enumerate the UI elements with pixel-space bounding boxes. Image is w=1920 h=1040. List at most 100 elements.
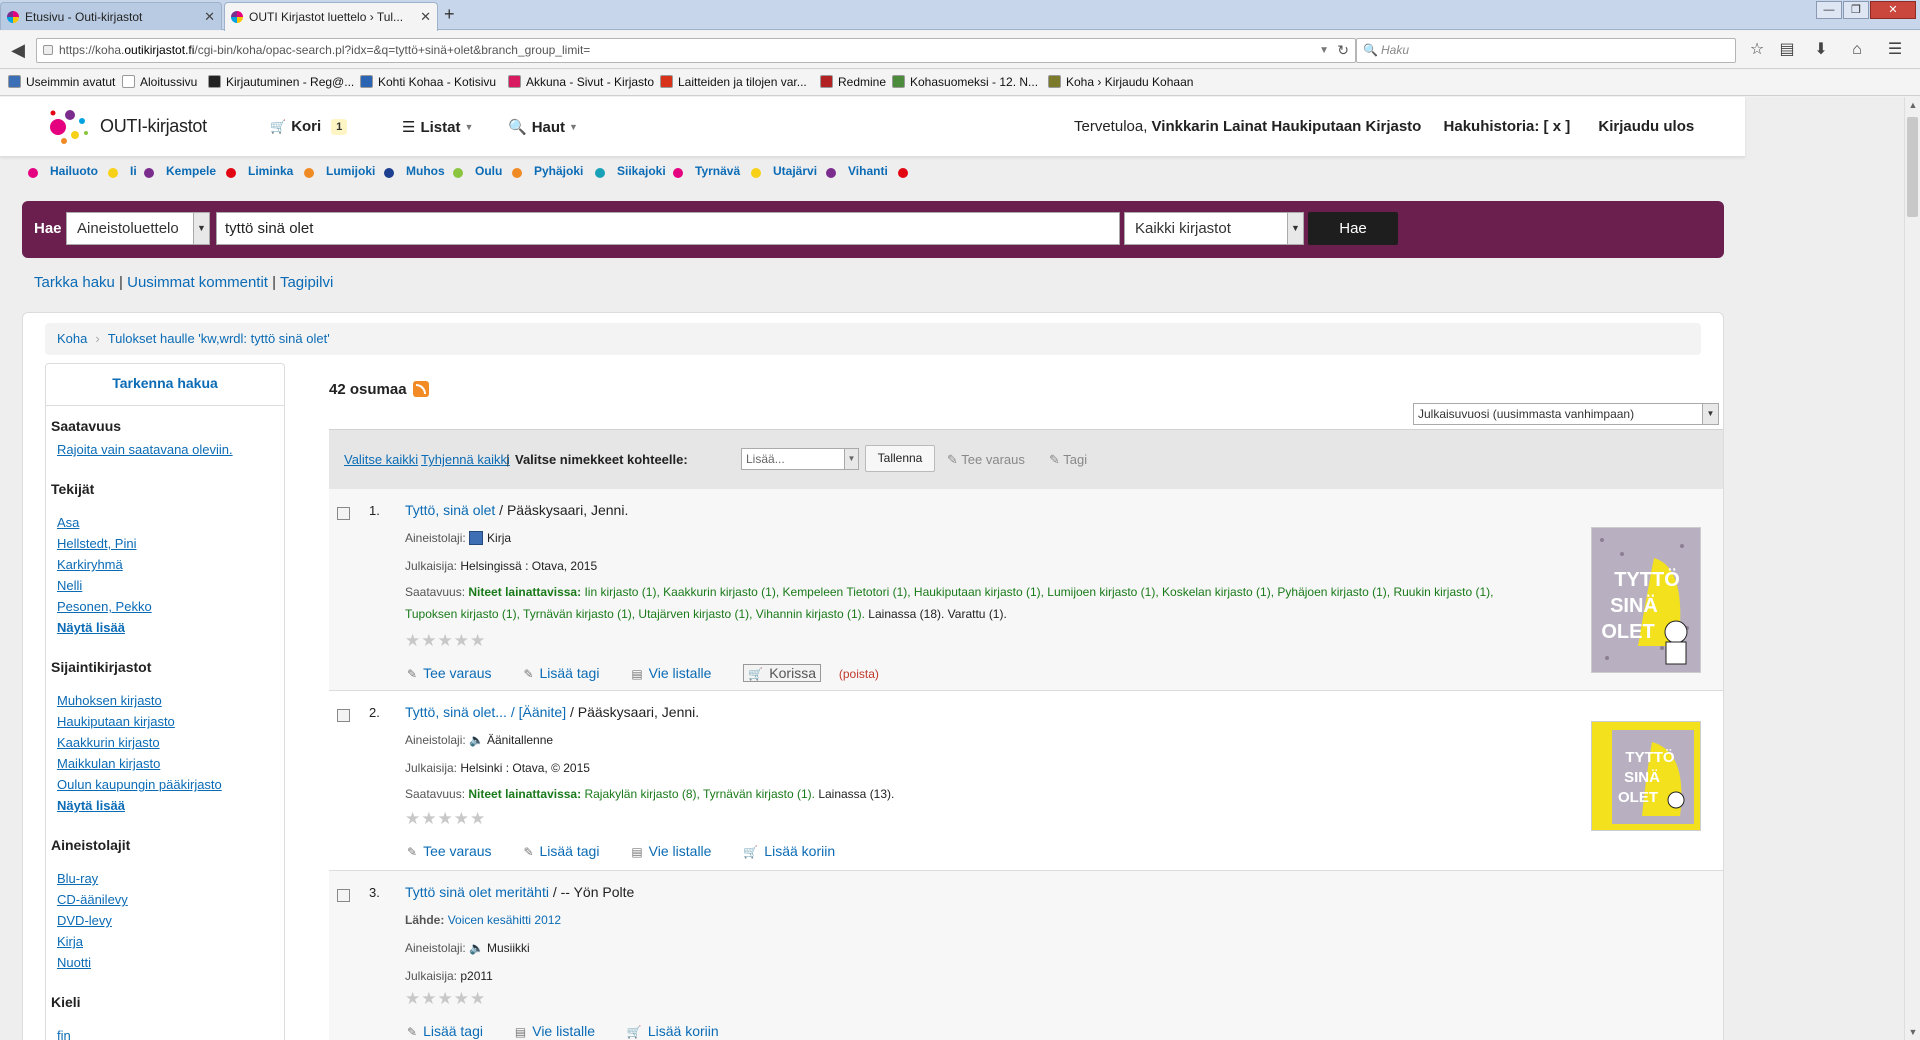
bookmark-item[interactable]: Aloitussivu <box>122 75 197 89</box>
branch-link[interactable]: Siikajoki <box>617 164 666 178</box>
scroll-up-icon[interactable]: ▲ <box>1905 97 1920 113</box>
facet-link[interactable]: Haukiputaan kirjasto <box>57 714 175 729</box>
refine-search-title[interactable]: Tarkenna hakua <box>46 364 284 406</box>
bookmark-item[interactable]: Kirjautuminen - Reg@... <box>208 75 354 89</box>
add-to-cart-link[interactable]: 🛒 Lisää koriin <box>627 1023 719 1039</box>
breadcrumb-home[interactable]: Koha <box>57 331 87 346</box>
facet-link[interactable]: Nelli <box>57 578 82 593</box>
record-title-link[interactable]: Tyttö sinä olet meritähti <box>405 884 549 900</box>
audiobook-cover-image[interactable]: TYTTÖ SINÄ OLET <box>1591 721 1701 831</box>
in-cart-indicator[interactable]: 🛒 Korissa <box>743 664 821 682</box>
outi-logo-icon[interactable] <box>44 105 94 149</box>
branch-link[interactable]: Pyhäjoki <box>534 164 583 178</box>
facet-link[interactable]: DVD-levy <box>57 913 112 928</box>
place-hold-link[interactable]: ✎ Tee varaus <box>407 665 492 681</box>
url-dropdown-icon[interactable]: ▼ <box>1319 39 1329 62</box>
record-checkbox[interactable] <box>337 889 350 902</box>
add-tag-link[interactable]: ✎ Lisää tagi <box>523 843 599 859</box>
facet-link[interactable]: fin <box>57 1028 71 1040</box>
tag-cloud-link[interactable]: Tagipilvi <box>280 274 333 291</box>
facet-link[interactable]: Asa <box>57 515 79 530</box>
facet-link[interactable]: Oulun kaupungin pääkirjasto <box>57 777 222 792</box>
branch-link[interactable]: Lumijoki <box>326 164 375 178</box>
search-history-link[interactable]: Hakuhistoria: [ x ] <box>1444 118 1571 135</box>
back-arrow-icon[interactable]: ◀ <box>6 38 30 62</box>
facet-link[interactable]: Blu-ray <box>57 871 98 886</box>
add-to-list-link[interactable]: ▤ Vie listalle <box>631 843 711 859</box>
clear-all-link[interactable]: Tyhjennä kaikki <box>421 452 510 467</box>
page-scrollbar[interactable]: ▲ ▼ <box>1904 97 1920 1040</box>
reload-icon[interactable]: ↻ <box>1337 39 1349 62</box>
close-tab-icon[interactable]: ✕ <box>420 3 431 31</box>
search-scope-select[interactable]: Aineistoluettelo ▼ <box>66 212 210 245</box>
new-tab-button[interactable]: + <box>444 4 455 25</box>
downloads-icon[interactable]: ⬇ <box>1810 39 1832 61</box>
branch-link[interactable]: Utajärvi <box>773 164 817 178</box>
add-tag-link[interactable]: ✎ Lisää tagi <box>523 665 599 681</box>
rating-stars[interactable]: ★★★★★ <box>405 631 486 651</box>
add-tag-link[interactable]: ✎ Lisää tagi <box>407 1023 483 1039</box>
menu-hamburger-icon[interactable]: ☰ <box>1884 39 1906 61</box>
bookmark-item[interactable]: Useimmin avatut <box>8 75 115 89</box>
record-checkbox[interactable] <box>337 709 350 722</box>
bookmark-item[interactable]: Akkuna - Sivut - Kirjasto <box>508 75 654 89</box>
facet-link[interactable]: Kirja <box>57 934 83 949</box>
branch-link[interactable]: Muhos <box>406 164 445 178</box>
scrollbar-thumb[interactable] <box>1907 117 1918 217</box>
branch-link[interactable]: Oulu <box>475 164 502 178</box>
bookmark-item[interactable]: Kohasuomeksi - 12. N... <box>892 75 1038 89</box>
bookmarks-menu-icon[interactable]: ▤ <box>1776 39 1798 61</box>
close-tab-icon[interactable]: ✕ <box>204 3 215 30</box>
facet-link[interactable]: CD-äänilevy <box>57 892 128 907</box>
browser-search-input[interactable]: 🔍 Haku <box>1356 38 1736 63</box>
bookmark-item[interactable]: Laitteiden ja tilojen var... <box>660 75 807 89</box>
bookmark-item[interactable]: Kohti Kohaa - Kotisivu <box>360 75 496 89</box>
search-input[interactable]: tyttö sinä olet <box>216 212 1120 245</box>
facet-link[interactable]: Rajoita vain saatavana oleviin. <box>57 442 233 457</box>
bookmark-star-icon[interactable]: ☆ <box>1746 39 1768 61</box>
add-to-cart-link[interactable]: 🛒 Lisää koriin <box>743 843 835 859</box>
branch-link[interactable]: Kempele <box>166 164 216 178</box>
facet-show-more-link[interactable]: Näytä lisää <box>57 620 125 635</box>
search-button[interactable]: Hae <box>1308 212 1398 245</box>
logged-in-user-name[interactable]: Vinkkarin Lainat Haukiputaan Kirjasto <box>1152 118 1422 135</box>
logout-link[interactable]: Kirjaudu ulos <box>1598 118 1694 135</box>
branch-link[interactable]: Tyrnävä <box>695 164 740 178</box>
facet-link[interactable]: Karkiryhmä <box>57 557 123 572</box>
facet-show-more-link[interactable]: Näytä lisää <box>57 798 125 813</box>
breadcrumb-current[interactable]: Tulokset haulle 'kw,wrdl: tyttö sinä ole… <box>108 331 330 346</box>
home-icon[interactable]: ⌂ <box>1846 39 1868 61</box>
facet-link[interactable]: Maikkulan kirjasto <box>57 756 160 771</box>
branch-link[interactable]: Vihanti <box>848 164 888 178</box>
book-cover-image[interactable]: TYTTÖ SINÄ OLET <box>1591 527 1701 673</box>
rss-feed-icon[interactable] <box>412 381 429 397</box>
remove-from-cart-link[interactable]: (poista) <box>839 667 879 681</box>
facet-link[interactable]: Nuotti <box>57 955 91 970</box>
branch-link[interactable]: Liminka <box>248 164 293 178</box>
rating-stars[interactable]: ★★★★★ <box>405 989 486 1009</box>
recent-comments-link[interactable]: Uusimmat kommentit <box>127 274 268 291</box>
place-hold-link[interactable]: ✎ Tee varaus <box>407 843 492 859</box>
save-button[interactable]: Tallenna <box>865 445 935 472</box>
page-info-icon[interactable] <box>43 45 53 55</box>
maximize-window-button[interactable]: ❐ <box>1843 1 1869 19</box>
add-to-list-select[interactable]: Lisää... ▼ <box>741 448 859 470</box>
add-to-list-link[interactable]: ▤ Vie listalle <box>631 665 711 681</box>
browser-tab-etusivu[interactable]: Etusivu - Outi-kirjastot ✕ <box>0 2 222 30</box>
branch-link[interactable]: Hailuoto <box>50 164 98 178</box>
bookmark-item[interactable]: Redmine <box>820 75 886 89</box>
minimize-window-button[interactable]: — <box>1816 1 1842 19</box>
branch-link[interactable]: Ii <box>130 164 137 178</box>
address-bar[interactable]: https://koha.outikirjastot.fi/cgi-bin/ko… <box>36 38 1356 63</box>
browser-tab-results[interactable]: OUTI Kirjastot luettelo › Tul... ✕ <box>224 2 438 31</box>
facet-link[interactable]: Muhoksen kirjasto <box>57 693 162 708</box>
record-title-link[interactable]: Tyttö, sinä olet <box>405 502 495 518</box>
bookmark-item[interactable]: Koha › Kirjaudu Kohaan <box>1048 75 1193 89</box>
rating-stars[interactable]: ★★★★★ <box>405 809 486 829</box>
advanced-search-link[interactable]: Tarkka haku <box>34 274 115 291</box>
add-to-list-link[interactable]: ▤ Vie listalle <box>515 1023 595 1039</box>
cart-menu[interactable]: 🛒 Kori 1 <box>270 118 348 135</box>
facet-link[interactable]: Kaakkurin kirjasto <box>57 735 160 750</box>
searches-menu[interactable]: 🔍 Haut ▼ <box>508 118 578 136</box>
library-select[interactable]: Kaikki kirjastot ▼ <box>1124 212 1304 245</box>
